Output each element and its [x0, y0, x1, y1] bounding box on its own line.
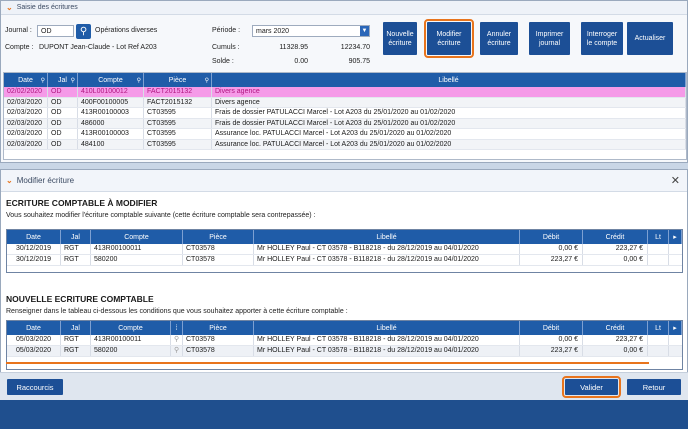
- periode-select[interactable]: mars 2020 ▼: [252, 25, 370, 37]
- solde-debit: 0.00: [294, 58, 308, 65]
- col-compte: Compte: [91, 321, 171, 335]
- col-search: ⁞: [171, 321, 183, 335]
- col-piece: Pièce: [183, 321, 254, 335]
- col-jal: Jal: [61, 230, 91, 244]
- table-row[interactable]: 02/03/2020 OD 486000 CT03595 Frais de do…: [4, 118, 686, 129]
- chevron-down-icon[interactable]: ⌄: [6, 3, 13, 12]
- cumuls-label: Cumuls :: [212, 44, 240, 51]
- table-row[interactable]: 05/03/2020 RGT 413R00100011 ⚲ CT03578 Mr…: [7, 335, 682, 346]
- valider-button[interactable]: Valider: [562, 376, 621, 398]
- journal-name: Opérations diverses: [95, 27, 158, 34]
- table-row[interactable]: 30/12/2019 RGT 580200 CT03578 Mr HOLLEY …: [7, 255, 682, 266]
- chevron-down-icon[interactable]: ▼: [360, 26, 369, 36]
- nouvelle-ecriture-button[interactable]: Nouvelle écriture: [383, 22, 417, 55]
- cumuls-credit: 12234.70: [340, 44, 370, 51]
- col-piece: Pièce: [183, 230, 254, 244]
- periode-label: Période :: [212, 27, 241, 34]
- col-libelle[interactable]: Libellé: [212, 73, 686, 87]
- dialog-title: Modifier écriture: [16, 176, 75, 185]
- col-date: Date: [7, 321, 61, 335]
- bottom-bar: [0, 400, 688, 429]
- section-subtitle-old: Vous souhaitez modifier l'écriture compt…: [6, 212, 316, 219]
- compte-value: DUPONT Jean-Claude - Lot Ref A203: [39, 44, 157, 51]
- window-title: Saisie des écritures: [16, 4, 78, 11]
- search-icon[interactable]: ⚲: [71, 77, 75, 84]
- modifier-ecriture-button[interactable]: Modifier écriture: [424, 19, 474, 58]
- dialog-titlebar: ⌄ Modifier écriture ✕: [1, 170, 687, 192]
- actualiser-button[interactable]: Actualiser: [627, 22, 673, 55]
- section-title-old: ECRITURE COMPTABLE À MODIFIER: [6, 198, 158, 208]
- col-jal: Jal: [61, 321, 91, 335]
- table-row[interactable]: 02/03/2020 OD 484100 CT03595 Assurance l…: [4, 139, 686, 150]
- interroger-compte-button[interactable]: Interroger le compte: [581, 22, 623, 55]
- section-title-new: NOUVELLE ECRITURE COMPTABLE: [6, 294, 154, 304]
- chevron-right-icon[interactable]: ▸: [669, 321, 682, 335]
- search-icon[interactable]: ⚲: [171, 335, 183, 345]
- table-row[interactable]: 30/12/2019 RGT 413R00100011 CT03578 Mr H…: [7, 244, 682, 255]
- table-row[interactable]: 02/03/2020 OD 413R00100003 CT03595 Assur…: [4, 129, 686, 140]
- grid-header: Date Jal Compte ⁞ Pièce Libellé Débit Cr…: [7, 321, 682, 335]
- table-row[interactable]: 02/02/2020 OD 410L00100012 FACT2015132 D…: [4, 87, 686, 98]
- titlebar: ⌄ Saisie des écritures: [1, 1, 687, 15]
- col-credit: Crédit: [583, 321, 648, 335]
- table-row[interactable]: 02/03/2020 OD 413R00100003 CT03595 Frais…: [4, 108, 686, 119]
- search-button[interactable]: ⚲: [76, 24, 91, 39]
- compte-label: Compte :: [5, 44, 34, 51]
- col-compte[interactable]: Compte ⚲: [78, 73, 144, 87]
- col-lt: Lt: [648, 230, 669, 244]
- section-subtitle-new: Renseigner dans le tableau ci-dessous le…: [6, 308, 348, 315]
- search-icon: ⚲: [79, 26, 88, 37]
- search-icon[interactable]: ⚲: [171, 346, 183, 356]
- grid-header: Date Jal Compte Pièce Libellé Débit Créd…: [7, 230, 682, 244]
- col-debit: Débit: [520, 321, 583, 335]
- table-row[interactable]: 02/03/2020 OD 400F00100005 FACT2015132 D…: [4, 97, 686, 108]
- periode-value: mars 2020: [256, 28, 290, 35]
- col-jal[interactable]: Jal ⚲: [48, 73, 78, 87]
- col-credit: Crédit: [583, 230, 648, 244]
- solde-label: Solde :: [212, 58, 234, 65]
- col-piece[interactable]: Pièce ⚲: [144, 73, 212, 87]
- cumuls-debit: 11328.95: [279, 44, 308, 51]
- table-row[interactable]: 05/03/2020 RGT 580200 ⚲ CT03578 Mr HOLLE…: [7, 346, 682, 357]
- close-icon[interactable]: ✕: [671, 174, 680, 187]
- journal-label: Journal :: [5, 27, 32, 34]
- col-debit: Débit: [520, 230, 583, 244]
- col-date[interactable]: Date ⚲: [4, 73, 48, 87]
- col-compte: Compte: [91, 230, 183, 244]
- journal-input[interactable]: OD: [37, 25, 74, 37]
- chevron-right-icon[interactable]: ▸: [669, 230, 682, 244]
- highlight-underline: [6, 362, 649, 364]
- search-icon[interactable]: ⚲: [137, 77, 141, 84]
- imprimer-journal-button[interactable]: Imprimer journal: [529, 22, 570, 55]
- annuler-ecriture-button[interactable]: Annuler écriture: [480, 22, 518, 55]
- search-icon[interactable]: ⚲: [205, 77, 209, 84]
- col-libelle: Libellé: [254, 230, 520, 244]
- chevron-down-icon[interactable]: ⌄: [6, 176, 13, 185]
- ecritures-grid: Date ⚲ Jal ⚲ Compte ⚲ Pièce ⚲ Libellé 02/02/…: [3, 72, 687, 160]
- col-date: Date: [7, 230, 61, 244]
- dialog-footer: Raccourcis Valider Retour: [0, 372, 688, 400]
- grid-header: Date ⚲ Jal ⚲ Compte ⚲ Pièce ⚲ Libellé: [4, 73, 686, 87]
- saisie-window: ⌄ Saisie des écritures Journal : OD ⚲ Op…: [0, 0, 688, 163]
- old-ecriture-grid: Date Jal Compte Pièce Libellé Débit Créd…: [6, 229, 683, 273]
- retour-button[interactable]: Retour: [627, 379, 681, 395]
- search-icon[interactable]: ⚲: [41, 77, 45, 84]
- raccourcis-button[interactable]: Raccourcis: [7, 379, 63, 395]
- col-libelle: Libellé: [254, 321, 520, 335]
- solde-credit: 905.75: [348, 58, 370, 65]
- col-lt: Lt: [648, 321, 669, 335]
